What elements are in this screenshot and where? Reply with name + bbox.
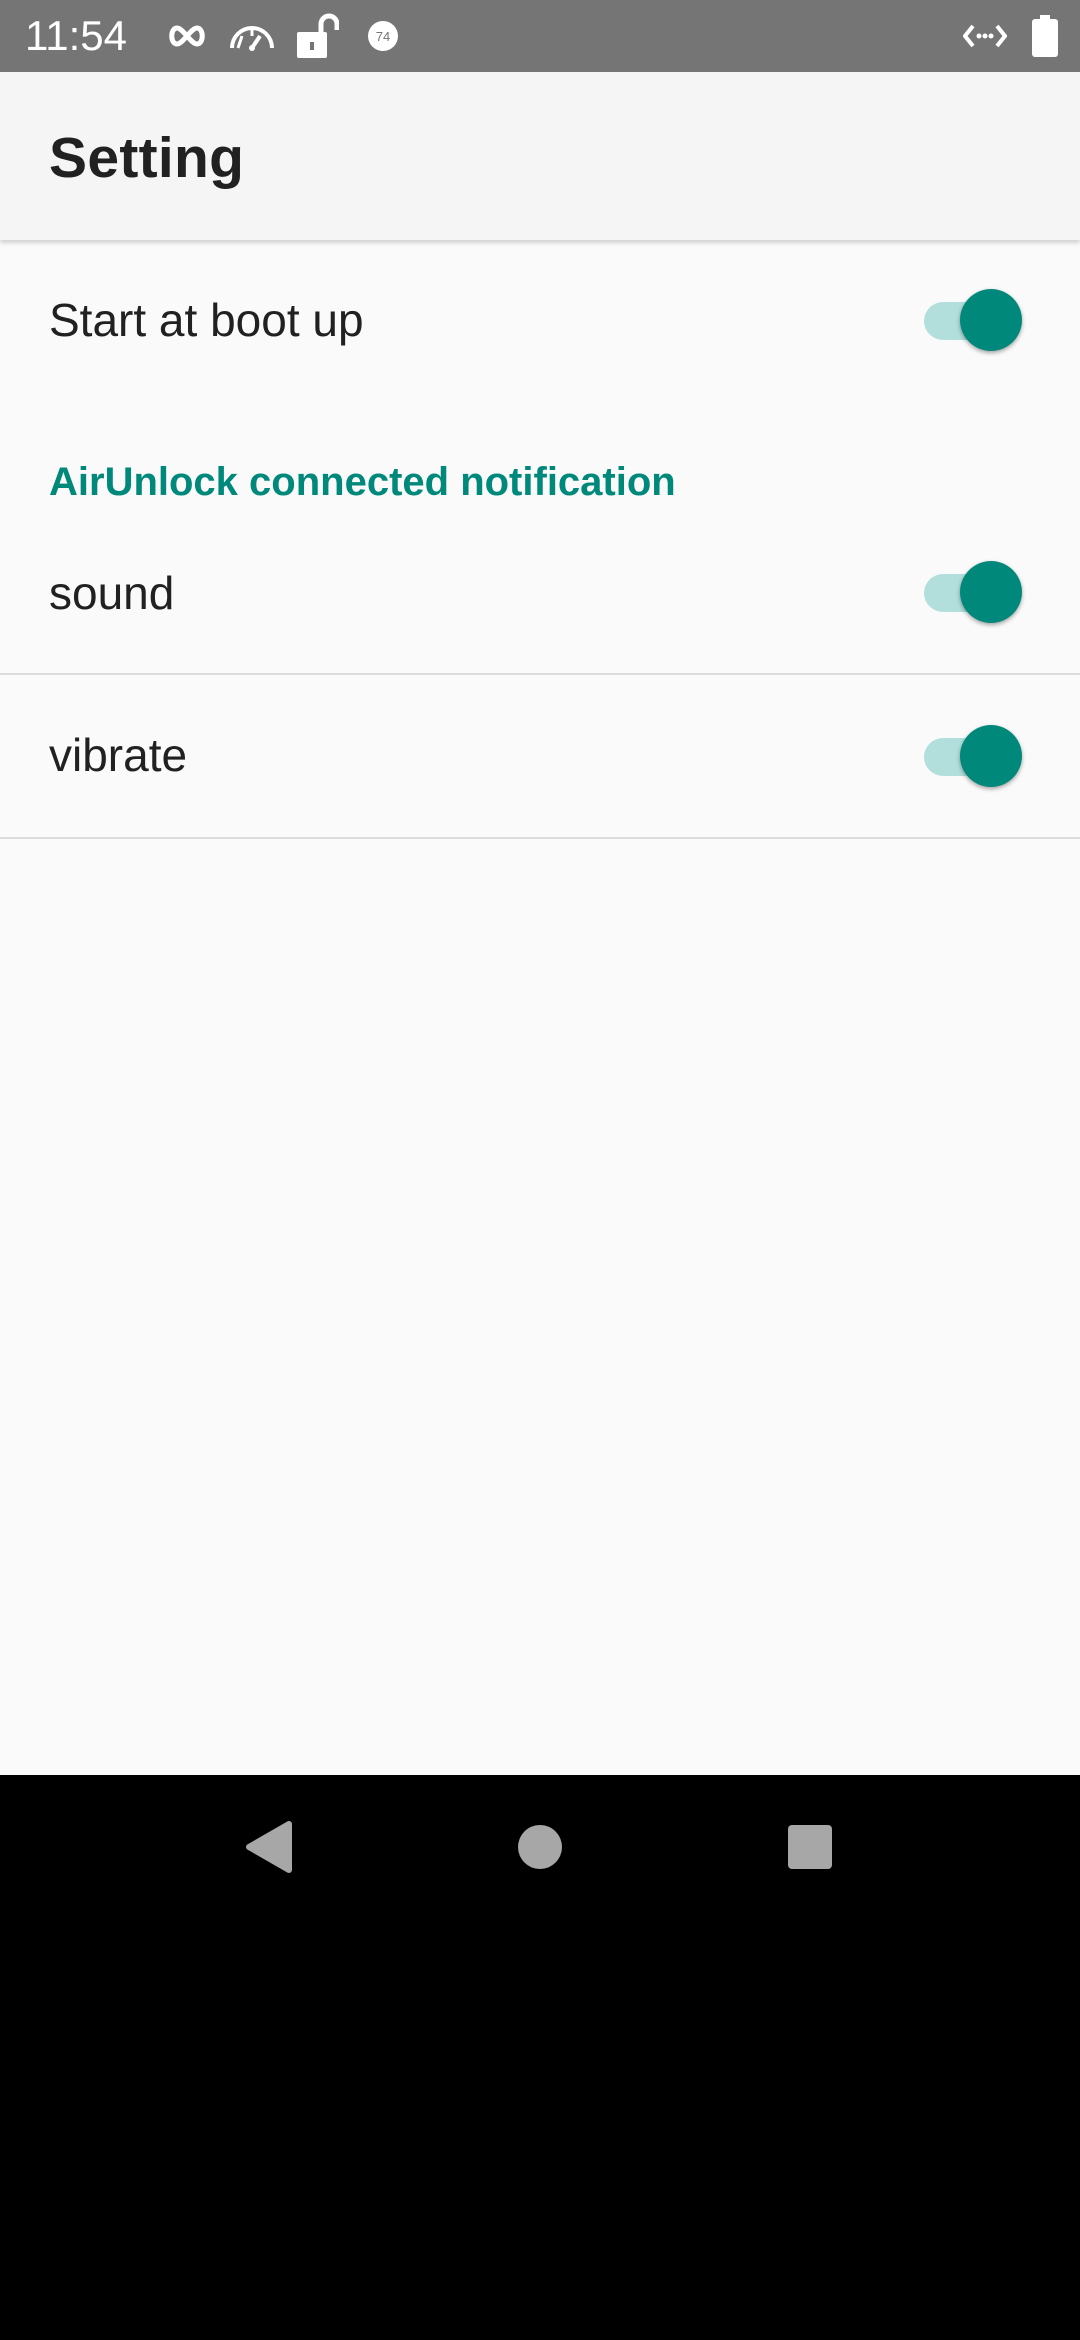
unlocked-padlock-icon (293, 12, 341, 60)
vibrate-row[interactable]: vibrate (0, 675, 1080, 837)
vibrate-switch[interactable] (924, 725, 1024, 789)
status-time: 11:54 (25, 12, 127, 59)
vibrate-label: vibrate (49, 729, 188, 781)
start-at-boot-label: Start at boot up (49, 294, 364, 346)
infinity-icon (163, 12, 211, 60)
recents-icon[interactable] (760, 1797, 860, 1897)
back-icon[interactable] (218, 1797, 318, 1897)
navigation-bar (0, 1775, 1080, 1919)
switch-thumb (960, 289, 1022, 351)
switch-thumb (960, 725, 1022, 787)
speedometer-icon (225, 12, 279, 60)
home-icon[interactable] (490, 1797, 590, 1897)
sound-label: sound (49, 567, 175, 619)
status-bar: 11:54 74 (0, 0, 1080, 72)
code-arrows-icon (960, 12, 1010, 60)
start-at-boot-switch[interactable] (924, 289, 1024, 353)
badge-74-icon: 74 (359, 12, 407, 60)
settings-list: Start at boot up AirUnlock connected not… (0, 240, 1080, 1775)
screen: 11:54 74 Setting Start at boot up AirUnl… (0, 0, 1080, 2340)
switch-thumb (960, 561, 1022, 623)
app-bar: Setting (0, 72, 1080, 240)
battery-icon (1030, 12, 1060, 60)
category-title: AirUnlock connected notification (49, 460, 676, 504)
page-title: Setting (49, 126, 245, 190)
divider (0, 837, 1080, 839)
svg-text:74: 74 (376, 29, 390, 44)
sound-switch[interactable] (924, 561, 1024, 625)
start-at-boot-row[interactable]: Start at boot up (0, 240, 1080, 400)
bottom-area (0, 1919, 1080, 2340)
sound-row[interactable]: sound (0, 515, 1080, 675)
